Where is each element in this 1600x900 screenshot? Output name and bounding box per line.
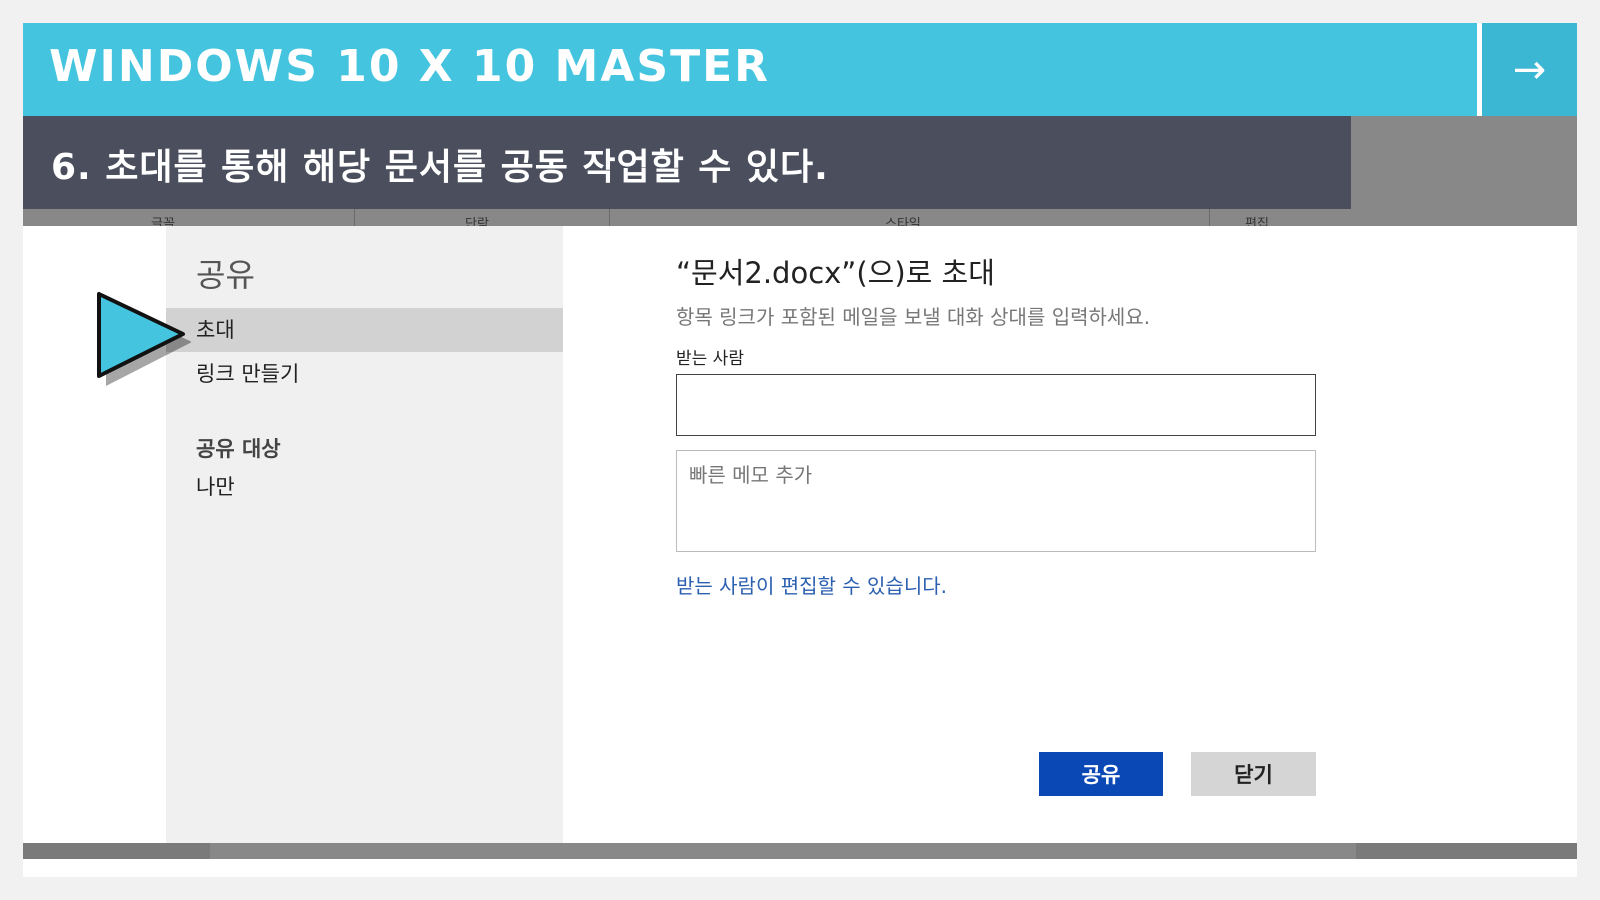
permission-link[interactable]: 받는 사람이 편집할 수 있습니다. bbox=[676, 570, 947, 599]
ribbon-label-styles: 스타일 bbox=[885, 217, 921, 226]
scrollbar-segment bbox=[1356, 843, 1577, 859]
subtitle-bar: 6. 초대를 통해 해당 문서를 공동 작업할 수 있다. bbox=[23, 116, 1351, 209]
banner-title: WINDOWS 10 X 10 MASTER bbox=[49, 41, 771, 92]
ribbon-group-labels: 글꼴 단락 스타일 편집 bbox=[23, 209, 1351, 226]
ribbon-divider bbox=[1209, 209, 1210, 226]
ribbon-label-paragraph: 단락 bbox=[465, 217, 489, 226]
bottom-scrollbar bbox=[23, 843, 1577, 859]
ribbon-divider bbox=[354, 209, 355, 226]
share-heading: 공유 bbox=[196, 256, 255, 294]
dialog-description: 항목 링크가 포함된 메일을 보낼 대화 상대를 입력하세요. bbox=[676, 305, 1151, 329]
scrollbar-segment bbox=[23, 843, 210, 859]
recipient-input[interactable] bbox=[676, 374, 1316, 436]
background-strip bbox=[1351, 116, 1577, 226]
shared-with-value: 나만 bbox=[196, 475, 235, 499]
arrow-right-icon: → bbox=[1512, 46, 1547, 93]
dialog-title: “문서2.docx”(으)로 초대 bbox=[676, 256, 995, 290]
nav-item-label: 초대 bbox=[196, 318, 235, 342]
close-button[interactable]: 닫기 bbox=[1191, 752, 1316, 796]
memo-textarea[interactable] bbox=[676, 450, 1316, 552]
share-button[interactable]: 공유 bbox=[1039, 752, 1163, 796]
nav-item-create-link[interactable]: 링크 만들기 bbox=[166, 352, 563, 396]
share-nav-pane: 공유 초대 링크 만들기 공유 대상 나만 bbox=[166, 226, 563, 843]
ribbon-label-font: 글꼴 bbox=[151, 217, 175, 226]
invite-dialog: “문서2.docx”(으)로 초대 항목 링크가 포함된 메일을 보낼 대화 상… bbox=[563, 226, 1577, 843]
ribbon-divider bbox=[609, 209, 610, 226]
title-banner: WINDOWS 10 X 10 MASTER bbox=[23, 23, 1477, 116]
shared-with-heading: 공유 대상 bbox=[196, 437, 281, 461]
next-slide-button[interactable]: → bbox=[1482, 23, 1577, 116]
play-triangle-icon bbox=[97, 292, 191, 386]
nav-item-label: 링크 만들기 bbox=[196, 362, 300, 386]
ribbon-label-editing: 편집 bbox=[1245, 217, 1269, 226]
recipient-label: 받는 사람 bbox=[676, 349, 744, 369]
slide-subtitle: 6. 초대를 통해 해당 문서를 공동 작업할 수 있다. bbox=[51, 147, 829, 188]
nav-item-invite[interactable]: 초대 bbox=[166, 308, 563, 352]
slide: WINDOWS 10 X 10 MASTER → 6. 초대를 통해 해당 문서… bbox=[23, 23, 1577, 877]
